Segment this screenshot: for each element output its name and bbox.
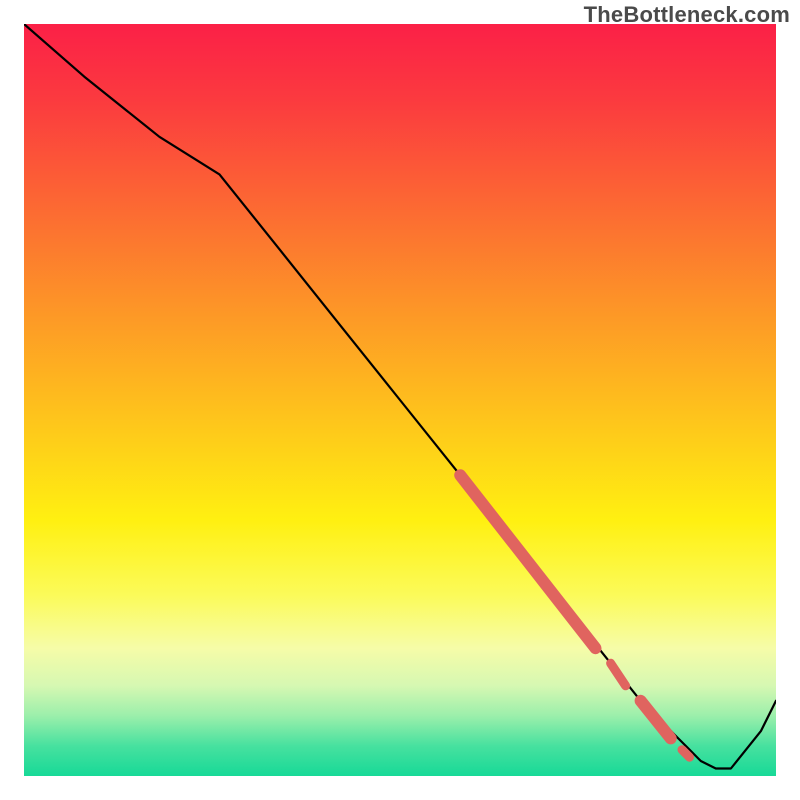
chart-plot-area [24,24,776,776]
watermark-label: TheBottleneck.com [584,2,790,28]
bottleneck-chart: TheBottleneck.com [0,0,800,800]
